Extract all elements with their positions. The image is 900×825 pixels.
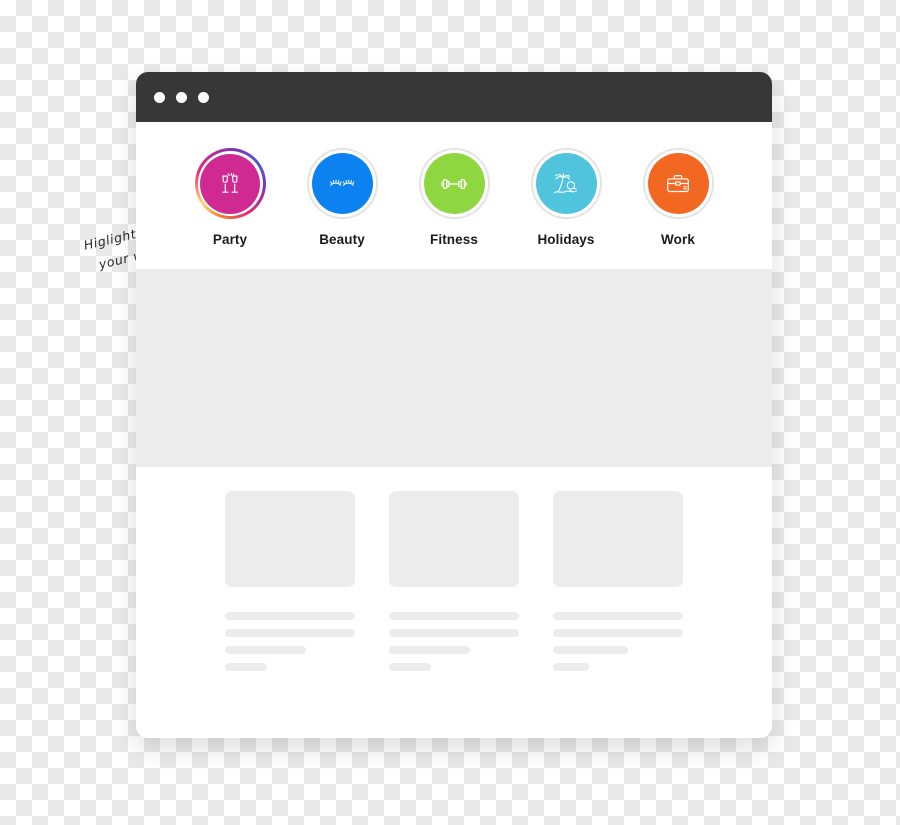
highlight-item-work[interactable]: Work bbox=[636, 148, 720, 247]
card-thumbnail-placeholder bbox=[389, 491, 519, 587]
highlight-item-party[interactable]: Party bbox=[188, 148, 272, 247]
window-close-dot[interactable] bbox=[154, 91, 165, 103]
content-card[interactable] bbox=[553, 491, 683, 738]
placeholder-line bbox=[553, 663, 590, 671]
highlight-ring-beauty[interactable] bbox=[306, 148, 378, 219]
placeholder-line bbox=[553, 629, 683, 637]
highlight-item-fitness[interactable]: Fitness bbox=[412, 148, 496, 247]
highlight-circle-party[interactable] bbox=[200, 153, 260, 214]
highlight-label-work: Work bbox=[661, 232, 695, 247]
card-text-placeholder bbox=[389, 612, 519, 671]
placeholder-line bbox=[225, 612, 355, 620]
placeholder-line bbox=[389, 629, 519, 637]
palm-tree-sun-icon bbox=[554, 173, 577, 193]
highlight-ring-work[interactable] bbox=[642, 148, 714, 219]
card-text-placeholder bbox=[225, 612, 355, 671]
eyelashes-icon bbox=[330, 179, 355, 186]
highlight-circle-work[interactable] bbox=[647, 153, 709, 214]
placeholder-line bbox=[553, 612, 683, 620]
placeholder-line bbox=[225, 663, 267, 671]
card-thumbnail-placeholder bbox=[225, 491, 355, 587]
highlight-label-fitness: Fitness bbox=[430, 232, 478, 247]
highlight-item-beauty[interactable]: Beauty bbox=[300, 148, 384, 247]
card-thumbnail-placeholder bbox=[553, 491, 683, 587]
briefcase-icon bbox=[667, 174, 689, 192]
placeholder-line bbox=[225, 629, 355, 637]
story-highlights-strip: Party Beauty Fitness Holidays Work bbox=[136, 122, 772, 269]
highlight-ring-party[interactable] bbox=[194, 148, 266, 219]
content-card[interactable] bbox=[389, 491, 519, 738]
window-minimize-dot[interactable] bbox=[176, 91, 187, 103]
highlight-item-holidays[interactable]: Holidays bbox=[524, 148, 608, 247]
content-card-grid bbox=[136, 467, 772, 738]
page-grey-band bbox=[136, 269, 772, 467]
placeholder-line bbox=[553, 646, 629, 654]
highlight-circle-holidays[interactable] bbox=[535, 153, 597, 214]
dumbbell-icon bbox=[441, 178, 467, 189]
highlight-ring-holidays[interactable] bbox=[530, 148, 602, 219]
highlight-label-holidays: Holidays bbox=[537, 232, 595, 247]
card-text-placeholder bbox=[553, 612, 683, 671]
window-maximize-dot[interactable] bbox=[198, 91, 209, 103]
highlight-circle-beauty[interactable] bbox=[311, 153, 373, 214]
placeholder-line bbox=[389, 612, 519, 620]
highlight-label-beauty: Beauty bbox=[319, 232, 365, 247]
placeholder-line bbox=[389, 663, 431, 671]
placeholder-line bbox=[389, 646, 470, 654]
highlight-label-party: Party bbox=[212, 232, 248, 247]
highlight-ring-fitness[interactable] bbox=[418, 148, 490, 219]
window-titlebar bbox=[136, 72, 772, 122]
placeholder-line bbox=[225, 646, 306, 654]
highlight-circle-fitness[interactable] bbox=[423, 153, 485, 214]
champagne-glasses-icon bbox=[222, 172, 238, 193]
browser-window: Party Beauty Fitness Holidays Work bbox=[136, 72, 772, 738]
content-card[interactable] bbox=[225, 491, 355, 738]
story-highlights-row: Party Beauty Fitness Holidays Work bbox=[136, 148, 772, 247]
